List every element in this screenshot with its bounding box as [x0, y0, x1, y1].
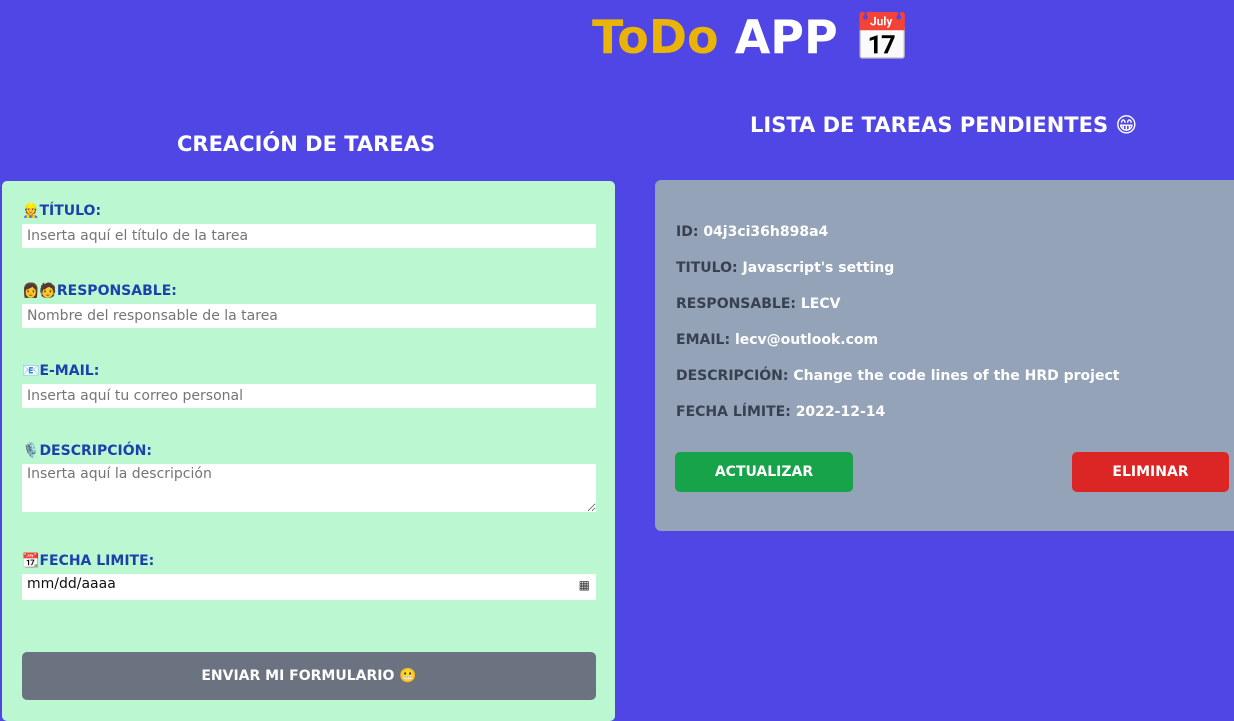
calendar-icon: 📅	[853, 10, 912, 64]
task-title: TITULO: Javascript's setting	[676, 260, 894, 276]
description-input[interactable]	[22, 464, 596, 512]
value: 04j3ci36h898a4	[703, 224, 829, 240]
value: LECV	[800, 296, 841, 312]
key: TITULO:	[676, 260, 738, 276]
task-email: EMAIL: lecv@outlook.com	[676, 332, 878, 348]
title-label: 👷TÍTULO:	[22, 203, 101, 219]
submit-button[interactable]: ENVIAR MI FORMULARIO 😬	[22, 652, 596, 700]
date-picker-icon[interactable]: ▦	[579, 578, 590, 592]
task-form: 👷TÍTULO: 👩🧑RESPONSABLE: 📧E-MAIL: 🎙️DESCR…	[2, 181, 615, 721]
form-heading: CREACIÓN DE TAREAS	[177, 132, 436, 156]
task-card: ID: 04j3ci36h898a4 TITULO: Javascript's …	[655, 180, 1234, 531]
task-responsible: RESPONSABLE: LECV	[676, 296, 840, 312]
label-text: E-MAIL:	[39, 363, 100, 379]
value: lecv@outlook.com	[734, 332, 879, 348]
title-accent: ToDo	[592, 10, 719, 64]
worker-icon: 👷	[22, 203, 40, 219]
delete-button[interactable]: ELIMINAR	[1072, 452, 1229, 492]
responsible-input[interactable]	[22, 304, 596, 328]
task-description: DESCRIPCIÓN: Change the code lines of th…	[676, 368, 1119, 384]
label-text: DESCRIPCIÓN:	[39, 443, 152, 459]
description-label: 🎙️DESCRIPCIÓN:	[22, 443, 152, 459]
label-text: FECHA LIMITE:	[39, 553, 155, 569]
key: RESPONSABLE:	[676, 296, 796, 312]
key: DESCRIPCIÓN:	[676, 368, 789, 384]
app-title: ToDo APP 📅	[592, 10, 911, 65]
key: EMAIL:	[676, 332, 731, 348]
email-icon: 📧	[22, 363, 40, 379]
email-label: 📧E-MAIL:	[22, 363, 99, 379]
key: ID:	[676, 224, 699, 240]
task-deadline: FECHA LÍMITE: 2022-12-14	[676, 404, 885, 420]
label-text: RESPONSABLE:	[56, 283, 177, 299]
key: FECHA LÍMITE:	[676, 404, 791, 420]
value: 2022-12-14	[795, 404, 886, 420]
value: Javascript's setting	[742, 260, 895, 276]
people-icon: 👩🧑	[22, 283, 57, 299]
calendar-icon: 📆	[22, 553, 40, 569]
label-text: TÍTULO:	[39, 203, 102, 219]
email-input[interactable]	[22, 384, 596, 408]
date-input[interactable]: mm/dd/aaaa ▦	[22, 574, 596, 600]
responsible-label: 👩🧑RESPONSABLE:	[22, 283, 177, 299]
update-button[interactable]: ACTUALIZAR	[675, 452, 853, 492]
value: Change the code lines of the HRD project	[793, 368, 1120, 384]
title-rest: APP	[734, 10, 838, 64]
list-heading: LISTA DE TAREAS PENDIENTES 😁	[750, 113, 1138, 137]
date-label: 📆FECHA LIMITE:	[22, 553, 154, 569]
date-placeholder: mm/dd/aaaa	[27, 576, 116, 592]
title-input[interactable]	[22, 224, 596, 248]
task-id: ID: 04j3ci36h898a4	[676, 224, 828, 240]
microphone-icon: 🎙️	[22, 443, 40, 459]
